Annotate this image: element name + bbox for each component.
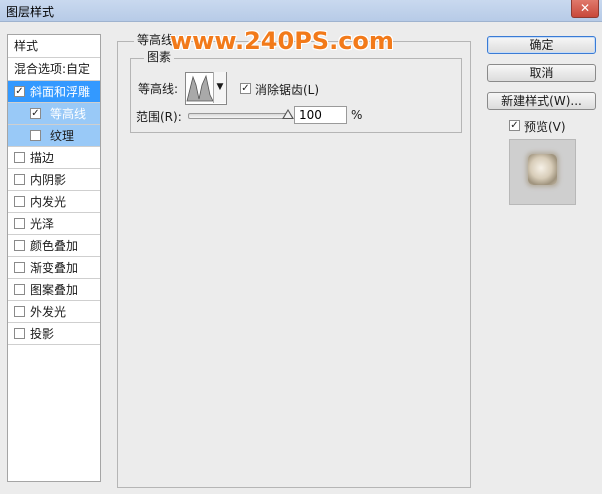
preview-label: 预览(V) [524, 120, 566, 134]
sidebar-item-checkbox[interactable] [14, 306, 25, 317]
sidebar-item-label: 等高线 [50, 107, 87, 121]
sidebar-item-checkbox[interactable] [30, 130, 41, 141]
sidebar-item-2[interactable]: ✓ 等高线 [8, 103, 100, 125]
chevron-down-icon: ▼ [216, 82, 224, 92]
sidebar-item-label: 颜色叠加 [30, 239, 79, 253]
antialias-label: 消除锯齿(L) [255, 83, 320, 97]
new-style-button[interactable]: 新建样式(W)... [487, 92, 596, 110]
sidebar-header-label: 样式 [14, 39, 39, 53]
sidebar-item-1[interactable]: ✓ 斜面和浮雕 [8, 81, 100, 103]
sidebar-item-5[interactable]: 内阴影 [8, 169, 100, 191]
sidebar-item-label: 投影 [30, 327, 55, 341]
sidebar-item-3[interactable]: 纹理 [8, 125, 100, 147]
style-preview [509, 139, 576, 205]
styles-sidebar: 样式 混合选项:自定 ✓ 斜面和浮雕 ✓ 等高线纹理描边内阴影内发光光泽颜色叠加渐变叠… [7, 34, 101, 482]
sidebar-item-label: 混合选项:自定 [14, 62, 91, 76]
range-input[interactable] [294, 106, 347, 124]
close-icon: ✕ [579, 1, 591, 15]
sidebar-item-label: 图案叠加 [30, 283, 79, 297]
sidebar-item-label: 描边 [30, 151, 55, 165]
close-button[interactable]: ✕ [571, 0, 599, 18]
cancel-button[interactable]: 取消 [487, 64, 596, 82]
sidebar-item-label: 纹理 [50, 129, 75, 143]
sidebar-item-4[interactable]: 描边 [8, 147, 100, 169]
sidebar-item-checkbox[interactable] [14, 152, 25, 163]
sidebar-item-label: 斜面和浮雕 [30, 85, 91, 99]
ok-button[interactable]: 确定 [487, 36, 596, 54]
watermark: www.240PS.com [170, 27, 394, 55]
window-title: 图层样式 [6, 5, 55, 19]
sidebar-header[interactable]: 样式 [8, 35, 100, 57]
sidebar-item-blend-options[interactable]: 混合选项:自定 [8, 58, 100, 80]
sidebar-item-checkbox[interactable]: ✓ [30, 108, 41, 119]
sidebar-item-label: 内阴影 [30, 173, 67, 187]
preview-swatch [528, 154, 557, 185]
sidebar-item-11[interactable]: 外发光 [8, 301, 100, 323]
contour-curve-icon [186, 74, 214, 102]
sidebar-item-checkbox[interactable]: ✓ [14, 86, 25, 97]
sidebar-item-12[interactable]: 投影 [8, 323, 100, 345]
check-icon: ✓ [510, 120, 519, 131]
sidebar-item-6[interactable]: 内发光 [8, 191, 100, 213]
preview-checkbox[interactable]: ✓ [509, 120, 520, 131]
range-slider-track[interactable] [188, 113, 291, 119]
contour-label: 等高线: [138, 82, 179, 96]
sidebar-item-checkbox[interactable] [14, 240, 25, 251]
range-unit: % [351, 108, 363, 122]
sidebar-item-10[interactable]: 图案叠加 [8, 279, 100, 301]
sidebar-item-9[interactable]: 渐变叠加 [8, 257, 100, 279]
check-icon: ✓ [241, 83, 250, 94]
divider [8, 344, 100, 345]
sidebar-item-checkbox[interactable] [14, 262, 25, 273]
sidebar-item-label: 光泽 [30, 217, 55, 231]
sidebar-item-label: 内发光 [30, 195, 67, 209]
sidebar-item-checkbox[interactable] [14, 196, 25, 207]
sidebar-item-checkbox[interactable] [14, 218, 25, 229]
sidebar-item-checkbox[interactable] [14, 174, 25, 185]
sidebar-item-checkbox[interactable] [14, 284, 25, 295]
check-icon: ✓ [15, 86, 24, 97]
title-bar: 图层样式 ✕ [0, 0, 602, 22]
sidebar-item-label: 渐变叠加 [30, 261, 79, 275]
check-icon: ✓ [31, 108, 40, 119]
range-label: 范围(R): [136, 110, 182, 124]
range-slider-thumb[interactable] [282, 109, 294, 119]
sidebar-item-7[interactable]: 光泽 [8, 213, 100, 235]
sidebar-item-label: 外发光 [30, 305, 67, 319]
contour-dropdown-button[interactable]: ▼ [213, 72, 226, 103]
sidebar-item-8[interactable]: 颜色叠加 [8, 235, 100, 257]
antialias-checkbox[interactable]: ✓ [240, 83, 251, 94]
sidebar-item-checkbox[interactable] [14, 328, 25, 339]
